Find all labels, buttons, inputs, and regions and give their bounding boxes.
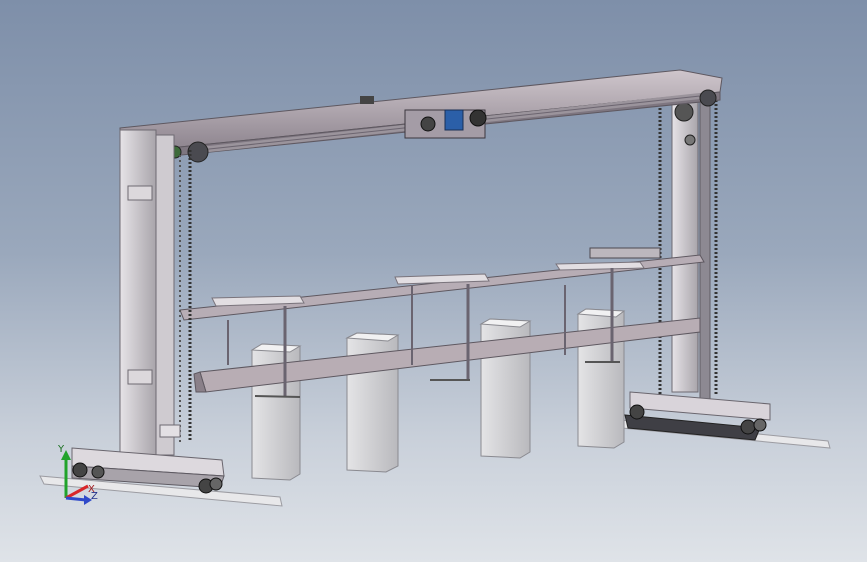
3d-viewport[interactable]: Y X Z (0, 0, 867, 562)
triad-z-label: Z (91, 491, 98, 502)
top-gantry-beam (119, 69, 723, 163)
triad-z-axis (65, 496, 87, 502)
gantry-model-canvas[interactable]: Y X Z (0, 0, 867, 562)
lower-beams (179, 247, 705, 398)
triad-y-label: Y (57, 444, 65, 455)
